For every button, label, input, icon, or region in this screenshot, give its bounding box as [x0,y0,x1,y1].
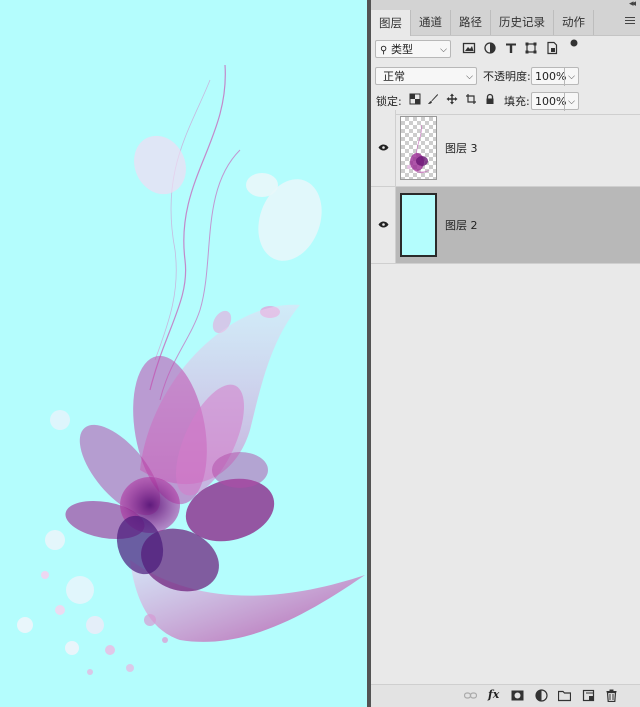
opacity-value: 100% [535,70,567,83]
chevron-down-icon: ⌵ [466,72,473,82]
fx-icon[interactable]: fx [488,688,501,701]
smart-object-filter-icon[interactable] [545,41,559,55]
fill-input[interactable]: 100% ⌵ [531,92,579,111]
layers-list: 图层 3 图层 2 [371,110,640,264]
filter-type-label: 类型 [391,43,413,56]
lock-transparent-pixels-icon[interactable] [409,93,421,105]
search-icon: ⚲ [380,45,388,56]
opacity-label: 不透明度: [483,70,531,83]
new-group-icon[interactable] [558,689,571,702]
shape-filter-icon[interactable] [524,41,538,55]
opacity-input[interactable]: 100% ⌵ [531,67,579,86]
collapse-panel-icon[interactable]: ◂◂ [629,0,636,9]
panel-tabs: 图层 通道 路径 历史记录 动作 [371,9,640,36]
lock-label: 锁定: [376,95,402,108]
adjustment-filter-icon[interactable] [483,41,497,55]
layers-bottom-toolbar: fx [371,684,640,707]
layer-filter-select[interactable]: ⚲ 类型 ⌵ [375,40,451,58]
image-filter-icon[interactable] [462,41,476,55]
eye-icon[interactable] [378,221,389,228]
visibility-toggle[interactable] [371,110,396,186]
tab-paths[interactable]: 路径 [451,10,491,35]
chevron-down-icon[interactable]: ⌵ [564,93,575,111]
type-filter-icon[interactable] [504,41,518,55]
tab-actions[interactable]: 动作 [554,10,594,35]
panel-menu-icon[interactable] [625,17,635,26]
layer-name[interactable]: 图层 3 [445,140,478,156]
eye-icon[interactable] [378,144,389,151]
layer-filter-row: ⚲ 类型 ⌵ [371,36,640,64]
visibility-toggle[interactable] [371,187,396,263]
layer-name[interactable]: 图层 2 [445,217,478,233]
blend-mode-select[interactable]: 正常 ⌵ [375,67,477,85]
layer-row-selected[interactable]: 图层 2 [371,187,640,264]
tab-channels[interactable]: 通道 [411,10,451,35]
tab-history[interactable]: 历史记录 [491,10,554,35]
flower-artwork [17,64,365,675]
panel-titlebar: ◂◂ [371,0,640,9]
layer-thumbnail[interactable] [400,116,437,180]
fill-value: 100% [535,95,567,108]
fill-label: 填充: [504,95,530,108]
blend-mode-value: 正常 [383,70,405,83]
blend-row: 正常 ⌵ 不透明度: 100% ⌵ [371,64,640,88]
link-layers-icon[interactable] [464,689,477,702]
document-canvas[interactable] [0,0,367,707]
lock-artboard-icon[interactable] [465,93,477,105]
lock-image-pixels-icon[interactable] [427,93,439,105]
chevron-down-icon[interactable]: ⌵ [564,68,575,86]
layers-panel: ◂◂ 图层 通道 路径 历史记录 动作 ⚲ 类型 ⌵ 正常 ⌵ 不透明度: 100… [371,0,640,707]
layer-row[interactable]: 图层 3 [371,110,640,187]
lock-position-icon[interactable] [446,93,458,105]
chevron-down-icon: ⌵ [440,45,447,55]
layer-thumbnail[interactable] [400,193,437,257]
tab-layers[interactable]: 图层 [371,10,411,36]
delete-layer-icon[interactable] [605,689,618,702]
lock-all-icon[interactable] [484,93,496,105]
add-mask-icon[interactable] [511,689,524,702]
flower-thumbnail-icon [407,124,431,174]
new-layer-icon[interactable] [582,689,595,702]
filter-toggle-icon[interactable] [569,38,579,48]
new-adjustment-layer-icon[interactable] [535,689,548,702]
